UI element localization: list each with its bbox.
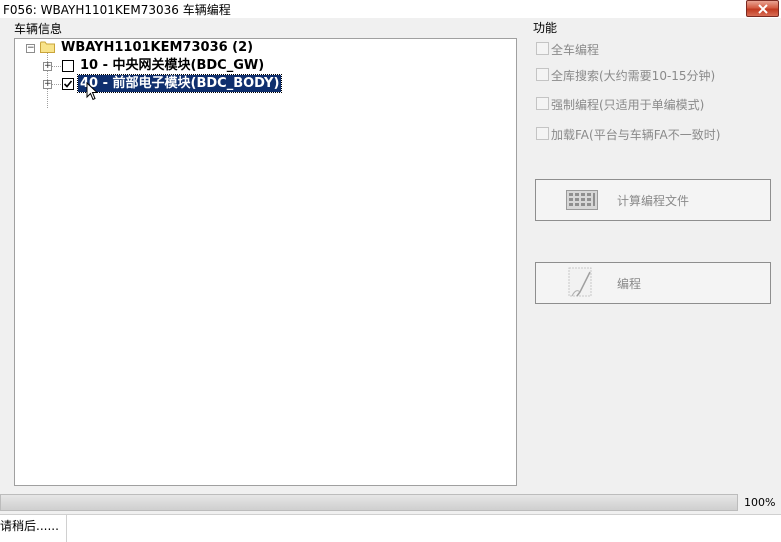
module-label-bdc-gw[interactable]: 10 - 中央网关模块(BDC_GW) — [78, 57, 266, 74]
progress-bar — [0, 494, 738, 511]
option-checkbox[interactable] — [536, 97, 549, 110]
tree-node-bdc-body[interactable]: + 40 - 前部电子模块(BDC_BODY) — [15, 74, 315, 93]
folder-icon — [40, 41, 55, 53]
progress-fill — [1, 495, 737, 510]
option-full-vehicle-programming[interactable]: 全车编程 — [536, 41, 766, 57]
option-load-fa[interactable]: 加载FA(平台与车辆FA不一致时) — [536, 126, 766, 142]
option-checkbox[interactable] — [536, 42, 549, 55]
close-icon — [757, 3, 768, 14]
progress-percent: 100% — [744, 496, 776, 509]
program-document-icon — [568, 267, 592, 297]
option-checkbox[interactable] — [536, 127, 549, 140]
option-forced-programming[interactable]: 强制编程(只适用于单编模式) — [536, 96, 766, 112]
tree-node-bdc-gw[interactable]: + 10 - 中央网关模块(BDC_GW) — [15, 57, 315, 74]
mouse-cursor-icon — [86, 82, 99, 101]
calculate-button-label: 计算编程文件 — [617, 194, 690, 208]
option-label: 加载FA(平台与车辆FA不一致时) — [551, 128, 721, 142]
expand-icon[interactable]: + — [43, 62, 52, 71]
close-button[interactable] — [746, 0, 779, 17]
calculator-icon — [566, 190, 598, 210]
vehicle-info-label: 车辆信息 — [14, 20, 63, 37]
option-label: 强制编程(只适用于单编模式) — [551, 98, 705, 112]
window-title: F056: WBAYH1101KEM73036 车辆编程 — [3, 3, 231, 17]
client-area: 车辆信息 − WBAYH1101KEM73036 (2) + 10 - 中央网关… — [0, 18, 781, 542]
status-text: 请稍后...... — [0, 519, 59, 533]
module-checkbox-bdc-body[interactable] — [62, 78, 74, 90]
status-divider — [66, 515, 67, 542]
module-label-bdc-body[interactable]: 40 - 前部电子模块(BDC_BODY) — [76, 74, 283, 93]
module-checkbox-bdc-gw[interactable] — [62, 60, 74, 72]
option-full-library-search[interactable]: 全库搜索(大约需要10-15分钟) — [536, 67, 766, 83]
tree-root-row[interactable]: − WBAYH1101KEM73036 (2) — [15, 39, 315, 56]
program-button[interactable]: 编程 — [535, 262, 771, 304]
collapse-icon[interactable]: − — [26, 44, 35, 53]
expand-icon[interactable]: + — [43, 80, 52, 89]
checkmark-icon — [63, 80, 73, 88]
program-button-label: 编程 — [617, 277, 642, 291]
option-label: 全库搜索(大约需要10-15分钟) — [551, 69, 716, 83]
option-label: 全车编程 — [551, 43, 600, 57]
option-checkbox[interactable] — [536, 68, 549, 81]
title-bar: F056: WBAYH1101KEM73036 车辆编程 — [0, 0, 781, 18]
tree-root-label[interactable]: WBAYH1101KEM73036 (2) — [59, 39, 255, 56]
vehicle-tree[interactable]: − WBAYH1101KEM73036 (2) + 10 - 中央网关模块(BD… — [14, 38, 517, 486]
calculate-programming-file-button[interactable]: 计算编程文件 — [535, 179, 771, 221]
status-bar: 请稍后...... — [0, 514, 781, 542]
function-group-label: 功能 — [533, 19, 558, 36]
